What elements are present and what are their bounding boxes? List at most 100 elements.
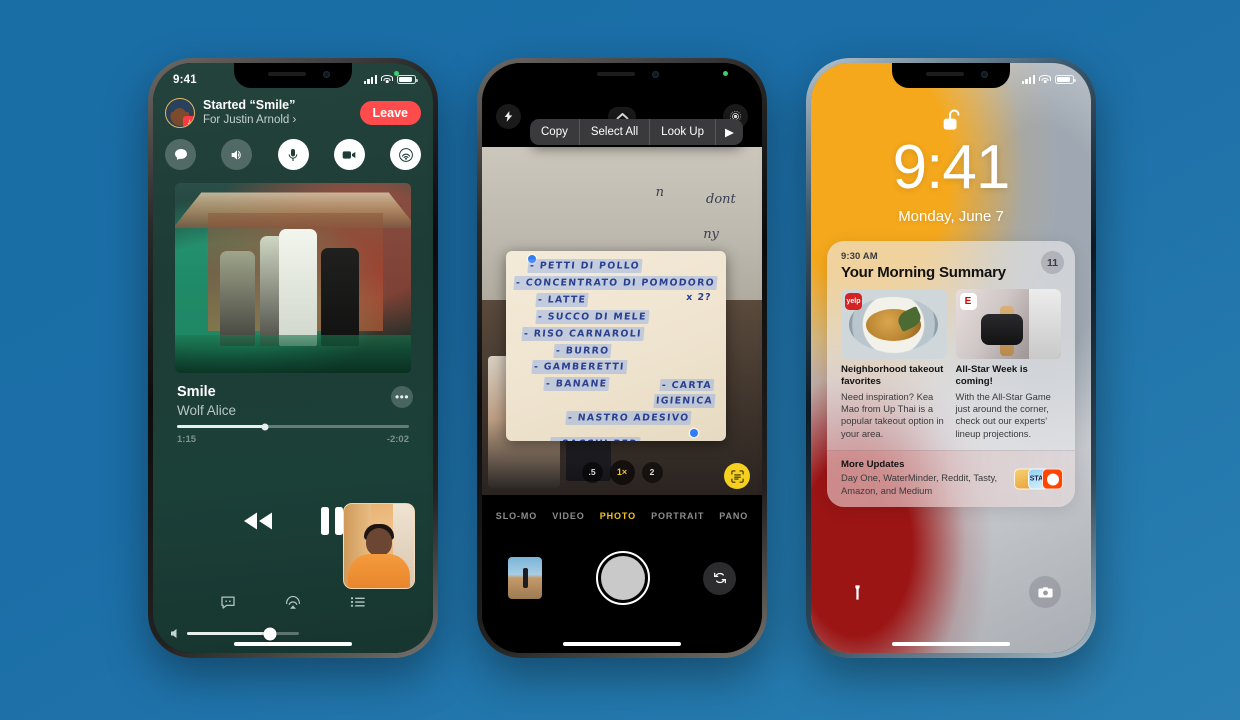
- phone-camera-live-text: n dont ny my g - PETTI DI POLLO - CONCEN…: [477, 58, 767, 658]
- player-tabbar: [153, 589, 433, 619]
- note-line[interactable]: - PETTI DI POLLO: [527, 258, 719, 273]
- pip-face: [366, 527, 392, 556]
- camera-mode-photo[interactable]: PHOTO: [600, 511, 636, 521]
- leave-button[interactable]: Leave: [359, 101, 421, 125]
- status-indicators: [363, 74, 418, 85]
- track-artist: Wolf Alice: [177, 402, 237, 418]
- queue-icon[interactable]: [349, 593, 367, 616]
- lock-screen-shortcuts: [811, 569, 1091, 615]
- notification-summary-card[interactable]: 9:30 AM Your Morning Summary 11 yelp Nei…: [827, 241, 1075, 508]
- battery-icon: [1055, 74, 1076, 85]
- front-camera: [652, 71, 659, 78]
- status-indicators: [1021, 74, 1076, 85]
- speaker-icon[interactable]: [221, 139, 253, 170]
- zoom-option-half[interactable]: .5: [581, 461, 603, 483]
- zoom-option-2x[interactable]: 2: [641, 461, 663, 483]
- note-line[interactable]: - BURRO: [553, 343, 719, 358]
- phone1-screen: 9:41 ♪ Started “Smile” For Justin Arnold…: [153, 63, 433, 653]
- note-line[interactable]: - RISO CARNAROLI: [521, 326, 719, 341]
- cellular-signal-icon: [363, 75, 377, 84]
- camera-roll-thumbnail[interactable]: [508, 557, 542, 599]
- shutter-button[interactable]: [595, 551, 650, 605]
- lyrics-icon[interactable]: [219, 593, 237, 616]
- selection-handle-end[interactable]: [690, 429, 698, 437]
- scrubber-track[interactable]: [177, 423, 409, 430]
- camera-shutter-row: [482, 541, 762, 615]
- video-camera-icon[interactable]: [333, 139, 365, 170]
- track-info: Smile Wolf Alice •••: [177, 383, 413, 420]
- phone-lock-screen: 9:41 Monday, June 7 9:30 AM Your Morning…: [806, 58, 1096, 658]
- shareplay-icon[interactable]: [390, 139, 421, 170]
- note-line[interactable]: - SACCHI PER: [549, 436, 719, 441]
- summary-card-espn[interactable]: E All-Star Week is coming! With the All-…: [955, 289, 1061, 440]
- flashlight-icon[interactable]: [841, 576, 873, 608]
- flip-camera-button[interactable]: [703, 561, 736, 595]
- front-camera: [981, 71, 988, 78]
- zoom-option-1x[interactable]: 1×: [609, 459, 635, 485]
- note-line[interactable]: - SUCCO DI MELE: [535, 309, 719, 324]
- menu-item-copy[interactable]: Copy: [530, 119, 580, 145]
- facetime-controls: [165, 139, 421, 170]
- artwork-figure: [321, 247, 360, 347]
- airplay-icon[interactable]: [284, 593, 302, 616]
- note-line[interactable]: - CONCENTRATO DI POMODORO: [513, 275, 719, 290]
- note-line[interactable]: - NASTRO ADESIVO: [565, 410, 719, 425]
- menu-item-select-all[interactable]: Select All: [580, 119, 651, 145]
- battery-icon: [397, 74, 418, 85]
- volume-low-icon: [171, 629, 177, 638]
- camera-mode-video[interactable]: VIDEO: [552, 511, 585, 521]
- video-call-pip[interactable]: [343, 503, 415, 589]
- summary-card-yelp[interactable]: yelp Neighborhood takeout favorites Need…: [841, 289, 947, 440]
- home-indicator[interactable]: [892, 641, 1010, 646]
- shareplay-banner[interactable]: ♪ Started “Smile” For Justin Arnold › Le…: [161, 91, 425, 135]
- baseball-uniform: [1029, 289, 1061, 359]
- microphone-icon[interactable]: [277, 139, 309, 170]
- pip-body: [348, 554, 410, 588]
- volume-track[interactable]: [187, 627, 299, 640]
- lock-screen-time: 9:41: [892, 133, 1011, 202]
- volume-slider[interactable]: [171, 627, 299, 640]
- volume-handle[interactable]: [263, 627, 277, 640]
- note-line[interactable]: - LATTE x 2?: [535, 292, 719, 307]
- menu-item-look-up[interactable]: Look Up: [650, 119, 717, 145]
- more-updates-app-icons: STAY: [1014, 468, 1063, 490]
- shareplay-text: Started “Smile” For Justin Arnold ›: [203, 98, 352, 129]
- scrubber-times: 1:15 -2:02: [177, 434, 409, 445]
- phone2-screen: n dont ny my g - PETTI DI POLLO - CONCEN…: [482, 63, 762, 653]
- recognized-note[interactable]: - PETTI DI POLLO - CONCENTRATO DI POMODO…: [506, 251, 726, 441]
- summary-count-badge[interactable]: 11: [1041, 251, 1064, 274]
- summary-more-updates[interactable]: More Updates Day One, WaterMinder, Reddi…: [827, 450, 1075, 508]
- camera-viewfinder[interactable]: n dont ny my g - PETTI DI POLLO - CONCEN…: [482, 147, 762, 495]
- summary-card-headline: Neighborhood takeout favorites: [841, 364, 944, 388]
- menu-next-arrow-icon[interactable]: ▶: [716, 119, 743, 145]
- home-indicator[interactable]: [234, 641, 352, 646]
- messages-icon[interactable]: [165, 139, 196, 170]
- summary-image-food: yelp: [841, 289, 947, 359]
- text-context-menu: Copy Select All Look Up ▶: [530, 119, 743, 145]
- flash-icon[interactable]: [496, 103, 521, 129]
- album-artwork[interactable]: [175, 183, 411, 373]
- home-indicator[interactable]: [563, 641, 681, 646]
- front-camera: [323, 71, 330, 78]
- camera-icon[interactable]: [1029, 576, 1061, 608]
- note-line[interactable]: IGIENICA: [653, 393, 719, 408]
- note-line[interactable]: - GAMBERETTI: [531, 359, 719, 374]
- earpiece-speaker: [926, 72, 964, 76]
- playback-scrubber[interactable]: 1:15 -2:02: [177, 423, 409, 445]
- note-line[interactable]: - BANANE - CARTA: [543, 376, 719, 392]
- phone-shareplay-music: 9:41 ♪ Started “Smile” For Justin Arnold…: [148, 58, 438, 658]
- rewind-button[interactable]: [241, 510, 275, 537]
- camera-mode-pano[interactable]: PANO: [719, 511, 748, 521]
- camera-mode-portrait[interactable]: PORTRAIT: [651, 511, 704, 521]
- camera-mode-selector[interactable]: SLO-MO VIDEO PHOTO PORTRAIT PANO: [482, 505, 762, 527]
- camera-in-use-dot: [394, 71, 399, 76]
- scrubber-handle[interactable]: [261, 423, 269, 430]
- summary-time: 9:30 AM: [841, 251, 878, 262]
- pause-button[interactable]: [319, 506, 345, 541]
- earpiece-speaker: [597, 72, 635, 76]
- more-options-button[interactable]: •••: [391, 386, 413, 408]
- camera-mode-slomo[interactable]: SLO-MO: [496, 511, 537, 521]
- summary-card-headline: All-Star Week is coming!: [955, 364, 1028, 388]
- status-time: 9:41: [173, 73, 197, 86]
- live-text-scan-icon[interactable]: [724, 463, 750, 489]
